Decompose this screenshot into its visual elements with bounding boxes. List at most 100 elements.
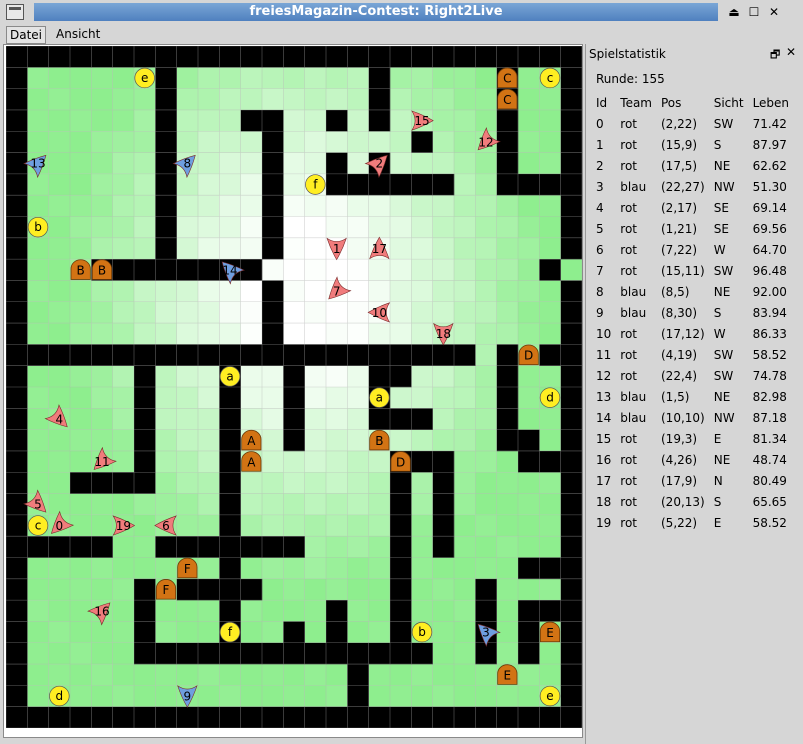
- wall-cell: [219, 387, 241, 409]
- wall-cell: [560, 216, 582, 239]
- floor-cell: [262, 621, 284, 643]
- floor-cell: [432, 152, 454, 174]
- floor-cell: [475, 259, 497, 281]
- player-id-label: 2: [376, 157, 384, 171]
- wall-cell: [262, 642, 284, 665]
- floor-cell: [496, 301, 518, 324]
- floor-cell: [454, 472, 476, 494]
- cell-sicht: SE: [713, 200, 729, 215]
- key-label: a: [226, 369, 233, 383]
- wall-cell: [198, 344, 220, 366]
- wall-cell: [390, 514, 412, 537]
- teleporter: E: [497, 664, 518, 685]
- cell-leben: 82.98: [752, 389, 787, 404]
- floor-cell: [411, 514, 433, 537]
- wall-cell: [6, 365, 28, 388]
- wall-cell: [560, 472, 582, 494]
- teleporter-label: B: [98, 263, 106, 277]
- cell-leben: 92.00: [752, 284, 787, 299]
- floor-cell: [454, 131, 476, 153]
- wall-cell: [262, 131, 284, 153]
- key-item: a: [369, 387, 390, 408]
- minimize-icon[interactable]: ⏏: [726, 4, 742, 20]
- floor-cell: [240, 514, 262, 537]
- wall-cell: [219, 429, 241, 452]
- floor-cell: [262, 387, 284, 409]
- floor-cell: [70, 216, 92, 238]
- wall-cell: [70, 706, 92, 728]
- floor-cell: [91, 578, 113, 601]
- window-menu-icon[interactable]: [6, 4, 24, 20]
- floor-cell: [368, 536, 390, 558]
- wall-cell: [240, 46, 263, 68]
- floor-cell: [48, 429, 70, 451]
- floor-cell: [112, 450, 134, 473]
- floor-cell: [262, 664, 284, 686]
- wall-cell: [411, 642, 433, 665]
- floor-cell: [27, 600, 49, 622]
- wall-cell: [219, 450, 241, 473]
- wall-cell: [6, 664, 28, 686]
- wall-cell: [112, 46, 135, 68]
- cell-team: rot: [620, 347, 637, 362]
- wall-cell: [368, 173, 391, 196]
- floor-cell: [70, 408, 92, 430]
- floor-cell: [411, 280, 433, 302]
- wall-cell: [560, 536, 582, 558]
- cell-leben: 83.94: [752, 305, 787, 320]
- floor-cell: [262, 259, 284, 281]
- close-icon[interactable]: ✕: [766, 4, 782, 20]
- floor-cell: [475, 536, 497, 558]
- maximize-icon[interactable]: ☐: [746, 4, 762, 20]
- teleporter-label: A: [247, 434, 256, 448]
- floor-cell: [411, 195, 433, 217]
- floor-cell: [539, 195, 561, 217]
- player-token[interactable]: 10: [367, 302, 391, 323]
- floor-cell: [347, 408, 369, 430]
- float-panel-icon[interactable]: 🗗: [770, 46, 780, 65]
- floor-cell: [283, 578, 305, 601]
- table-row: 14 blau (10,10) NW 87.18: [591, 407, 793, 428]
- floor-cell: [155, 408, 177, 430]
- game-board[interactable]: CCB BDAABDFFEEe cfbaa dcf bd e012345678910111…: [6, 46, 582, 728]
- floor-cell: [347, 88, 369, 110]
- cell-pos: (10,10): [661, 410, 705, 425]
- menu-datei[interactable]: Datei: [6, 26, 47, 44]
- floor-cell: [304, 621, 326, 643]
- floor-cell: [155, 664, 177, 686]
- floor-cell: [496, 450, 518, 473]
- wall-cell: [112, 472, 135, 494]
- wall-cell: [6, 323, 28, 345]
- floor-cell: [475, 216, 497, 238]
- floor-cell: [240, 131, 262, 153]
- floor-cell: [368, 578, 390, 601]
- cell-id: 2: [596, 158, 604, 173]
- floor-cell: [91, 301, 113, 324]
- wall-cell: [496, 365, 519, 388]
- floor-cell: [539, 216, 561, 238]
- floor-cell: [219, 323, 241, 345]
- floor-cell: [347, 67, 369, 89]
- cell-id: 7: [596, 263, 604, 278]
- key-label: a: [376, 391, 383, 405]
- cell-team: blau: [620, 284, 647, 299]
- floor-cell: [176, 493, 198, 515]
- floor-cell: [155, 450, 177, 473]
- player-id-label: 19: [116, 519, 131, 533]
- close-panel-icon[interactable]: ✕: [786, 45, 796, 59]
- wall-cell: [539, 46, 561, 68]
- menu-ansicht[interactable]: Ansicht: [53, 26, 103, 42]
- wall-cell: [390, 493, 412, 516]
- wall-cell: [518, 46, 540, 68]
- floor-cell: [304, 408, 326, 430]
- floor-cell: [155, 557, 177, 579]
- floor-cell: [91, 323, 113, 345]
- wall-cell: [496, 131, 519, 153]
- wall-cell: [6, 216, 28, 239]
- floor-cell: [411, 259, 433, 281]
- cell-id: 4: [596, 200, 604, 215]
- floor-cell: [326, 387, 348, 409]
- floor-cell: [368, 280, 390, 302]
- floor-cell: [390, 237, 412, 260]
- wall-cell: [432, 472, 455, 494]
